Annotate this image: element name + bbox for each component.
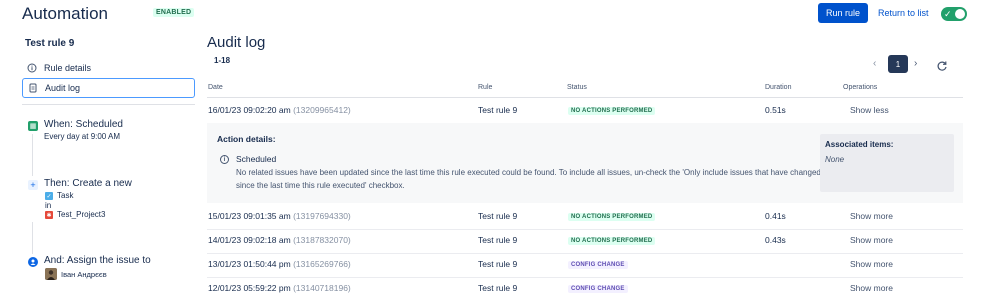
row-date: 15/01/23 09:01:35 am (13197694330): [208, 211, 351, 221]
row-date: 16/01/23 09:02:20 am (13209965412): [208, 105, 351, 115]
check-icon: ✓: [944, 9, 952, 19]
info-icon: i: [220, 155, 229, 164]
column-header-rule: Rule: [478, 84, 493, 91]
sidebar-divider: [22, 104, 195, 105]
user-icon: [28, 257, 38, 267]
toggle-knob: [955, 9, 965, 19]
row-rule: Test rule 9: [478, 259, 518, 269]
status-badge: CONFIG CHANGE: [568, 261, 628, 269]
table-row: 16/01/23 09:02:20 am (13209965412) Test …: [207, 99, 963, 123]
row-duration: 0.51s: [765, 105, 786, 115]
show-more-button[interactable]: Show more: [850, 283, 893, 293]
table-row: 15/01/23 09:01:35 am (13197694330) Test …: [207, 205, 963, 229]
table-row: 12/01/23 05:59:22 pm (13140718196) Test …: [207, 277, 963, 299]
return-to-list-link[interactable]: Return to list: [878, 8, 929, 18]
step-title: Then: Create a new: [44, 178, 132, 189]
step-connector: [32, 222, 33, 254]
column-header-operations: Operations: [843, 84, 878, 91]
chevron-left-icon[interactable]: ‹: [873, 58, 876, 69]
sidebar-item-rule-details[interactable]: Rule details: [22, 58, 195, 78]
chevron-right-icon[interactable]: ›: [914, 58, 917, 69]
associated-items-box: Associated items: None: [820, 134, 954, 192]
row-duration: 0.43s: [765, 235, 786, 245]
row-date: 12/01/23 05:59:22 pm (13140718196): [208, 283, 351, 293]
details-item-heading: Scheduled: [236, 154, 277, 164]
rule-enabled-toggle[interactable]: ✓: [941, 7, 967, 21]
status-badge: NO ACTIONS PERFORMED: [568, 107, 656, 115]
task-type-icon: ✓: [45, 192, 53, 200]
associated-items-title: Associated items:: [825, 140, 894, 149]
row-rule: Test rule 9: [478, 211, 518, 221]
status-badge: NO ACTIONS PERFORMED: [568, 237, 656, 245]
column-header-status: Status: [567, 84, 587, 91]
calendar-icon: ▦: [28, 121, 38, 131]
in-label: in: [45, 201, 52, 210]
step-title: When: Scheduled: [44, 119, 123, 130]
sidebar-item-label: Audit log: [45, 83, 81, 93]
show-more-button[interactable]: Show more: [850, 259, 893, 269]
row-rule: Test rule 9: [478, 235, 518, 245]
row-rule: Test rule 9: [478, 283, 518, 293]
step-subtitle: Every day at 9:00 AM: [44, 132, 121, 141]
show-more-button[interactable]: Show more: [850, 211, 893, 221]
column-header-duration: Duration: [765, 84, 792, 91]
show-less-button[interactable]: Show less: [850, 105, 889, 115]
action-details-panel: Action details: i Scheduled No related i…: [207, 123, 963, 203]
avatar: [45, 268, 57, 280]
status-badge: NO ACTIONS PERFORMED: [568, 213, 656, 221]
show-more-button[interactable]: Show more: [850, 235, 893, 245]
page-title: Audit log: [207, 34, 266, 51]
associated-items-value: None: [825, 155, 845, 164]
app-title: Automation: [22, 4, 108, 23]
row-rule: Test rule 9: [478, 105, 518, 115]
step-title: And: Assign the issue to: [44, 255, 151, 266]
assignee-name: Іван Андрєєв: [61, 270, 107, 279]
sidebar-item-audit-log[interactable]: Audit log: [22, 78, 195, 98]
top-header: Automation ENABLED Run rule Return to li…: [0, 0, 999, 30]
rule-name: Test rule 9: [25, 38, 75, 49]
page-button-current[interactable]: 1: [888, 55, 908, 73]
row-date: 14/01/23 09:02:18 am (13187832070): [208, 235, 351, 245]
row-date: 13/01/23 01:50:44 pm (13165269766): [208, 259, 351, 269]
info-icon: [27, 63, 37, 73]
issue-type: Task: [57, 191, 74, 200]
table-row: 13/01/23 01:50:44 pm (13165269766) Test …: [207, 253, 963, 277]
sidebar-item-label: Rule details: [44, 63, 92, 73]
table-row: 14/01/23 09:02:18 am (13187832070) Test …: [207, 229, 963, 253]
refresh-icon[interactable]: [936, 60, 948, 75]
header-divider: [207, 97, 963, 98]
plus-icon: +: [28, 180, 38, 190]
status-badge: ENABLED: [153, 8, 195, 17]
status-badge: CONFIG CHANGE: [568, 285, 628, 293]
column-header-date: Date: [208, 84, 223, 91]
document-icon: [28, 83, 38, 93]
details-title: Action details:: [217, 134, 276, 144]
details-item-message: No related issues have been updated sinc…: [236, 168, 821, 190]
step-connector: [32, 134, 33, 176]
row-duration: 0.41s: [765, 211, 786, 221]
result-range: 1-18: [214, 56, 231, 65]
project-icon: ✱: [45, 211, 53, 219]
run-rule-button[interactable]: Run rule: [818, 3, 868, 23]
project-name: Test_Project3: [57, 210, 106, 219]
